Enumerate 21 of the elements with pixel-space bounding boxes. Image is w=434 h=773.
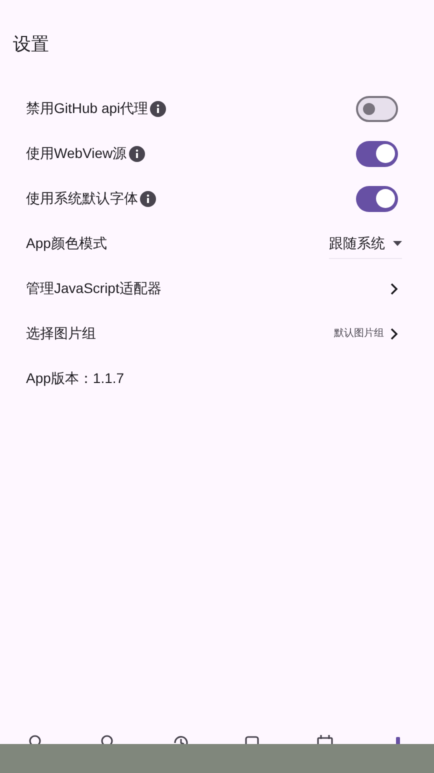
dropdown-caret-icon: [393, 240, 402, 246]
setting-label[interactable]: App颜色模式: [26, 233, 107, 254]
setting-label[interactable]: 禁用GitHub api代理: [26, 98, 148, 119]
setting-label: App版本：1.1.7: [26, 369, 124, 388]
info-icon[interactable]: [150, 100, 166, 116]
page-title: 设置: [12, 33, 50, 55]
setting-label[interactable]: 使用WebView源: [26, 143, 127, 164]
setting-label[interactable]: 管理JavaScript适配器: [26, 278, 162, 299]
toggle-switch[interactable]: [356, 96, 398, 122]
toggle-switch[interactable]: [356, 140, 398, 166]
info-icon[interactable]: [128, 146, 145, 162]
setting-label[interactable]: 选择图片组: [26, 323, 96, 344]
nav-icon[interactable]: [316, 734, 334, 744]
toggle-switch[interactable]: [356, 186, 398, 212]
info-icon[interactable]: [140, 190, 156, 206]
chevron-right-icon: [390, 328, 398, 340]
current-value: 默认图片组: [334, 326, 384, 341]
dropdown[interactable]: 跟随系统: [329, 228, 402, 258]
nav-icon[interactable]: [172, 734, 190, 744]
chevron-right-icon: [390, 282, 398, 294]
setting-label[interactable]: 使用系统默认字体: [26, 188, 138, 209]
